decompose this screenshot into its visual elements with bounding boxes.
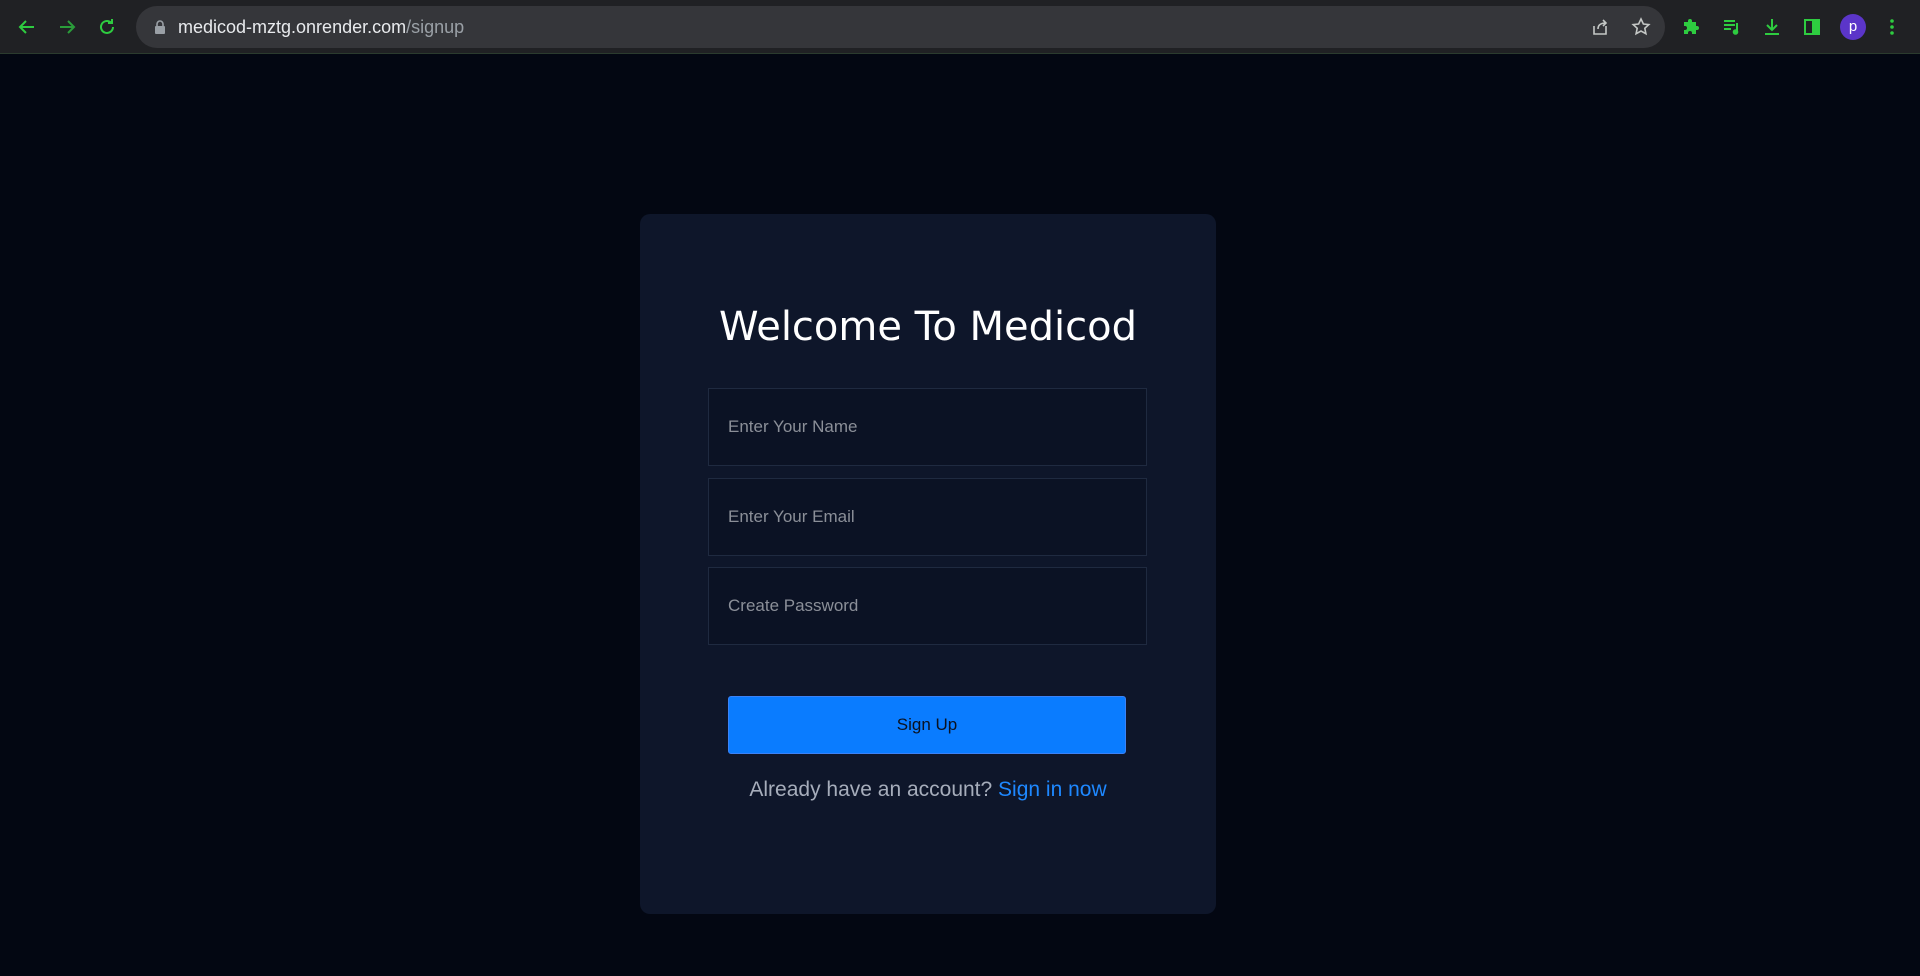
back-icon[interactable]	[12, 12, 42, 42]
kebab-menu-icon[interactable]	[1880, 15, 1904, 39]
url-text[interactable]: medicod-mztg.onrender.com/signup	[178, 17, 464, 38]
reload-icon[interactable]	[92, 12, 122, 42]
signup-button[interactable]: Sign Up	[728, 696, 1126, 754]
browser-toolbar: medicod-mztg.onrender.com/signup p	[0, 0, 1920, 54]
signin-link[interactable]: Sign in now	[998, 778, 1107, 801]
share-icon[interactable]	[1590, 17, 1610, 37]
puzzle-icon[interactable]	[1680, 15, 1704, 39]
forward-icon[interactable]	[52, 12, 82, 42]
signup-card: Welcome To Medicod Sign Up Already have …	[640, 214, 1216, 914]
profile-avatar[interactable]: p	[1840, 14, 1866, 40]
page-title: Welcome To Medicod	[719, 304, 1137, 350]
lock-icon[interactable]	[152, 19, 168, 35]
media-icon[interactable]	[1720, 15, 1744, 39]
account-prompt-text: Already have an account?	[749, 778, 993, 801]
url-path: /signup	[406, 17, 465, 37]
star-icon[interactable]	[1631, 17, 1651, 37]
url-host: medicod-mztg.onrender.com	[178, 17, 407, 37]
download-icon[interactable]	[1760, 15, 1784, 39]
name-field[interactable]	[708, 388, 1147, 466]
address-bar[interactable]: medicod-mztg.onrender.com/signup	[136, 6, 1665, 48]
password-field[interactable]	[708, 567, 1147, 645]
signin-prompt: Already have an account? Sign in now	[640, 778, 1216, 802]
email-field[interactable]	[708, 478, 1147, 556]
sidepanel-icon[interactable]	[1800, 15, 1824, 39]
